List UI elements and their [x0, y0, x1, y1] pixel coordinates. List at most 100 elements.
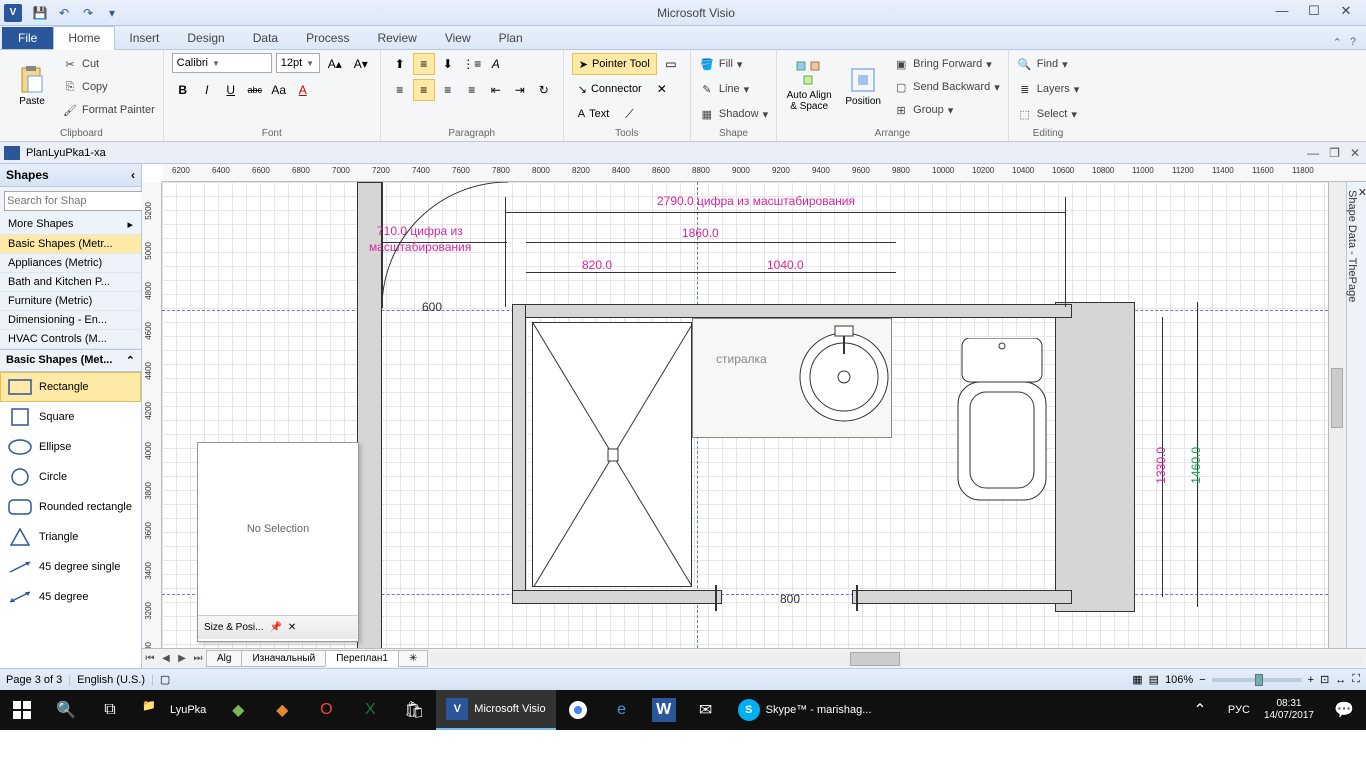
- view-switch-icon[interactable]: ▤: [1149, 673, 1159, 686]
- home-tab[interactable]: Home: [53, 26, 115, 50]
- shape-45-degree[interactable]: 45 degree: [0, 582, 141, 612]
- close-button[interactable]: ✕: [1334, 3, 1358, 23]
- review-tab[interactable]: Review: [363, 27, 430, 49]
- undo-icon[interactable]: ↶: [54, 3, 74, 23]
- page-tab[interactable]: Переплан1: [325, 650, 399, 667]
- strike-button[interactable]: abc: [244, 79, 266, 101]
- align-center-button[interactable]: ≡: [413, 79, 435, 101]
- redo-icon[interactable]: ↷: [78, 3, 98, 23]
- zoom-level[interactable]: 106%: [1165, 674, 1193, 686]
- format-painter-button[interactable]: 🖌Format Painter: [62, 99, 155, 121]
- align-top-button[interactable]: ⬆: [389, 53, 411, 75]
- pin-icon[interactable]: 📌: [269, 622, 281, 633]
- pointer-tool-button[interactable]: ➤Pointer Tool: [572, 53, 657, 75]
- justify-button[interactable]: ≡: [461, 79, 483, 101]
- status-language[interactable]: English (U.S.): [77, 674, 145, 686]
- door-swing[interactable]: [382, 182, 522, 312]
- text-direction-button[interactable]: A: [485, 53, 507, 75]
- stencil-item[interactable]: Appliances (Metric): [0, 254, 141, 273]
- vertical-scrollbar[interactable]: [1328, 182, 1346, 648]
- paste-button[interactable]: Paste: [8, 53, 56, 119]
- process-tab[interactable]: Process: [292, 27, 363, 49]
- wall[interactable]: [852, 590, 1072, 604]
- page-tab[interactable]: Изначальный: [241, 650, 326, 667]
- case-button[interactable]: Aa: [268, 79, 290, 101]
- outdent-button[interactable]: ⇤: [485, 79, 507, 101]
- pan-zoom-button[interactable]: ↔: [1335, 674, 1346, 686]
- opera-icon[interactable]: O: [304, 690, 348, 730]
- send-backward-button[interactable]: ▢Send Backward ▾: [893, 76, 1000, 98]
- rotate-text-button[interactable]: ↻: [533, 79, 555, 101]
- shape-data-pane[interactable]: Shape Data - ThePage✕: [1346, 182, 1366, 648]
- shape-circle[interactable]: Circle: [0, 462, 141, 492]
- size-position-window[interactable]: No Selection Size & Posi...📌✕: [197, 442, 359, 642]
- shape-triangle[interactable]: Triangle: [0, 522, 141, 552]
- cut-button[interactable]: ✂Cut: [62, 53, 155, 75]
- close-float-icon[interactable]: ✕: [288, 622, 296, 633]
- font-name-select[interactable]: Calibri▼: [172, 53, 272, 73]
- size-position-tab[interactable]: Size & Posi...: [204, 622, 263, 633]
- line-style-button[interactable]: ✎Line ▾: [699, 78, 749, 100]
- align-bottom-button[interactable]: ⬇: [437, 53, 459, 75]
- shapes-search-input[interactable]: [4, 191, 152, 211]
- shape-square[interactable]: Square: [0, 402, 141, 432]
- layers-button[interactable]: ≣Layers ▾: [1017, 78, 1080, 100]
- mdi-minimize-button[interactable]: —: [1307, 146, 1319, 160]
- save-icon[interactable]: 💾: [30, 3, 50, 23]
- horizontal-scrollbar[interactable]: [431, 652, 1362, 666]
- group-button[interactable]: ⊞Group ▾: [893, 99, 1000, 121]
- minimize-button[interactable]: —: [1270, 3, 1294, 23]
- taskbar-app-icon[interactable]: ◆: [216, 690, 260, 730]
- align-left-button[interactable]: ≡: [389, 79, 411, 101]
- search-button[interactable]: 🔍: [44, 690, 88, 730]
- page-first-button[interactable]: ⏮: [142, 653, 158, 664]
- design-tab[interactable]: Design: [173, 27, 238, 49]
- freeform-tool-button[interactable]: ✕: [651, 78, 673, 100]
- page-tab[interactable]: Alg: [206, 650, 242, 667]
- connector-tool-button[interactable]: ↘Connector: [572, 78, 648, 100]
- wall[interactable]: [1055, 302, 1135, 612]
- zoom-in-button[interactable]: +: [1308, 674, 1314, 686]
- bullets-button[interactable]: ⋮≡: [461, 53, 483, 75]
- auto-align-button[interactable]: Auto Align & Space: [785, 53, 833, 119]
- insert-tab[interactable]: Insert: [115, 27, 173, 49]
- line-tool-button[interactable]: ⟋: [618, 103, 640, 125]
- shadow-button[interactable]: ▦Shadow ▾: [699, 103, 768, 125]
- view-tab[interactable]: View: [431, 27, 485, 49]
- select-button[interactable]: ⬚Select ▾: [1017, 103, 1077, 125]
- stencil-item[interactable]: Dimensioning - En...: [0, 311, 141, 330]
- mail-icon[interactable]: ✉: [684, 690, 728, 730]
- shape-rectangle[interactable]: Rectangle: [0, 372, 141, 402]
- system-clock[interactable]: 08:3114/07/2017: [1256, 698, 1322, 722]
- tray-overflow-icon[interactable]: ⌃: [1178, 690, 1222, 730]
- edge-icon[interactable]: e: [600, 690, 644, 730]
- wall[interactable]: [512, 590, 722, 604]
- rectangle-tool-button[interactable]: ▭: [660, 53, 682, 75]
- page-prev-button[interactable]: ◀: [158, 653, 174, 664]
- shape-45-single[interactable]: 45 degree single: [0, 552, 141, 582]
- font-size-select[interactable]: 12pt▼: [276, 53, 320, 73]
- font-color-button[interactable]: A: [292, 79, 314, 101]
- qat-more-icon[interactable]: ▾: [102, 3, 122, 23]
- zoom-out-button[interactable]: −: [1199, 674, 1205, 686]
- text-tool-button[interactable]: AText: [572, 103, 616, 125]
- stencil-item[interactable]: Bath and Kitchen P...: [0, 273, 141, 292]
- macro-record-icon[interactable]: ▢: [160, 673, 170, 686]
- grow-font-icon[interactable]: A▴: [324, 53, 346, 75]
- taskbar-app-icon[interactable]: ◆: [260, 690, 304, 730]
- stencil-item[interactable]: HVAC Controls (M...: [0, 330, 141, 349]
- find-button[interactable]: 🔍Find ▾: [1017, 53, 1068, 75]
- wall[interactable]: [512, 304, 526, 604]
- bring-forward-button[interactable]: ▣Bring Forward ▾: [893, 53, 1000, 75]
- start-button[interactable]: [0, 690, 44, 730]
- more-shapes-item[interactable]: More Shapes▸: [0, 215, 141, 235]
- shrink-font-icon[interactable]: A▾: [350, 53, 372, 75]
- taskbar-folder[interactable]: 📁LyuPka: [132, 690, 216, 730]
- mdi-restore-button[interactable]: ❐: [1329, 146, 1340, 160]
- action-center-icon[interactable]: 💬: [1322, 690, 1366, 730]
- shape-rounded-rect[interactable]: Rounded rectangle: [0, 492, 141, 522]
- indent-button[interactable]: ⇥: [509, 79, 531, 101]
- help-icon[interactable]: ?: [1350, 36, 1356, 49]
- data-tab[interactable]: Data: [239, 27, 292, 49]
- shape-ellipse[interactable]: Ellipse: [0, 432, 141, 462]
